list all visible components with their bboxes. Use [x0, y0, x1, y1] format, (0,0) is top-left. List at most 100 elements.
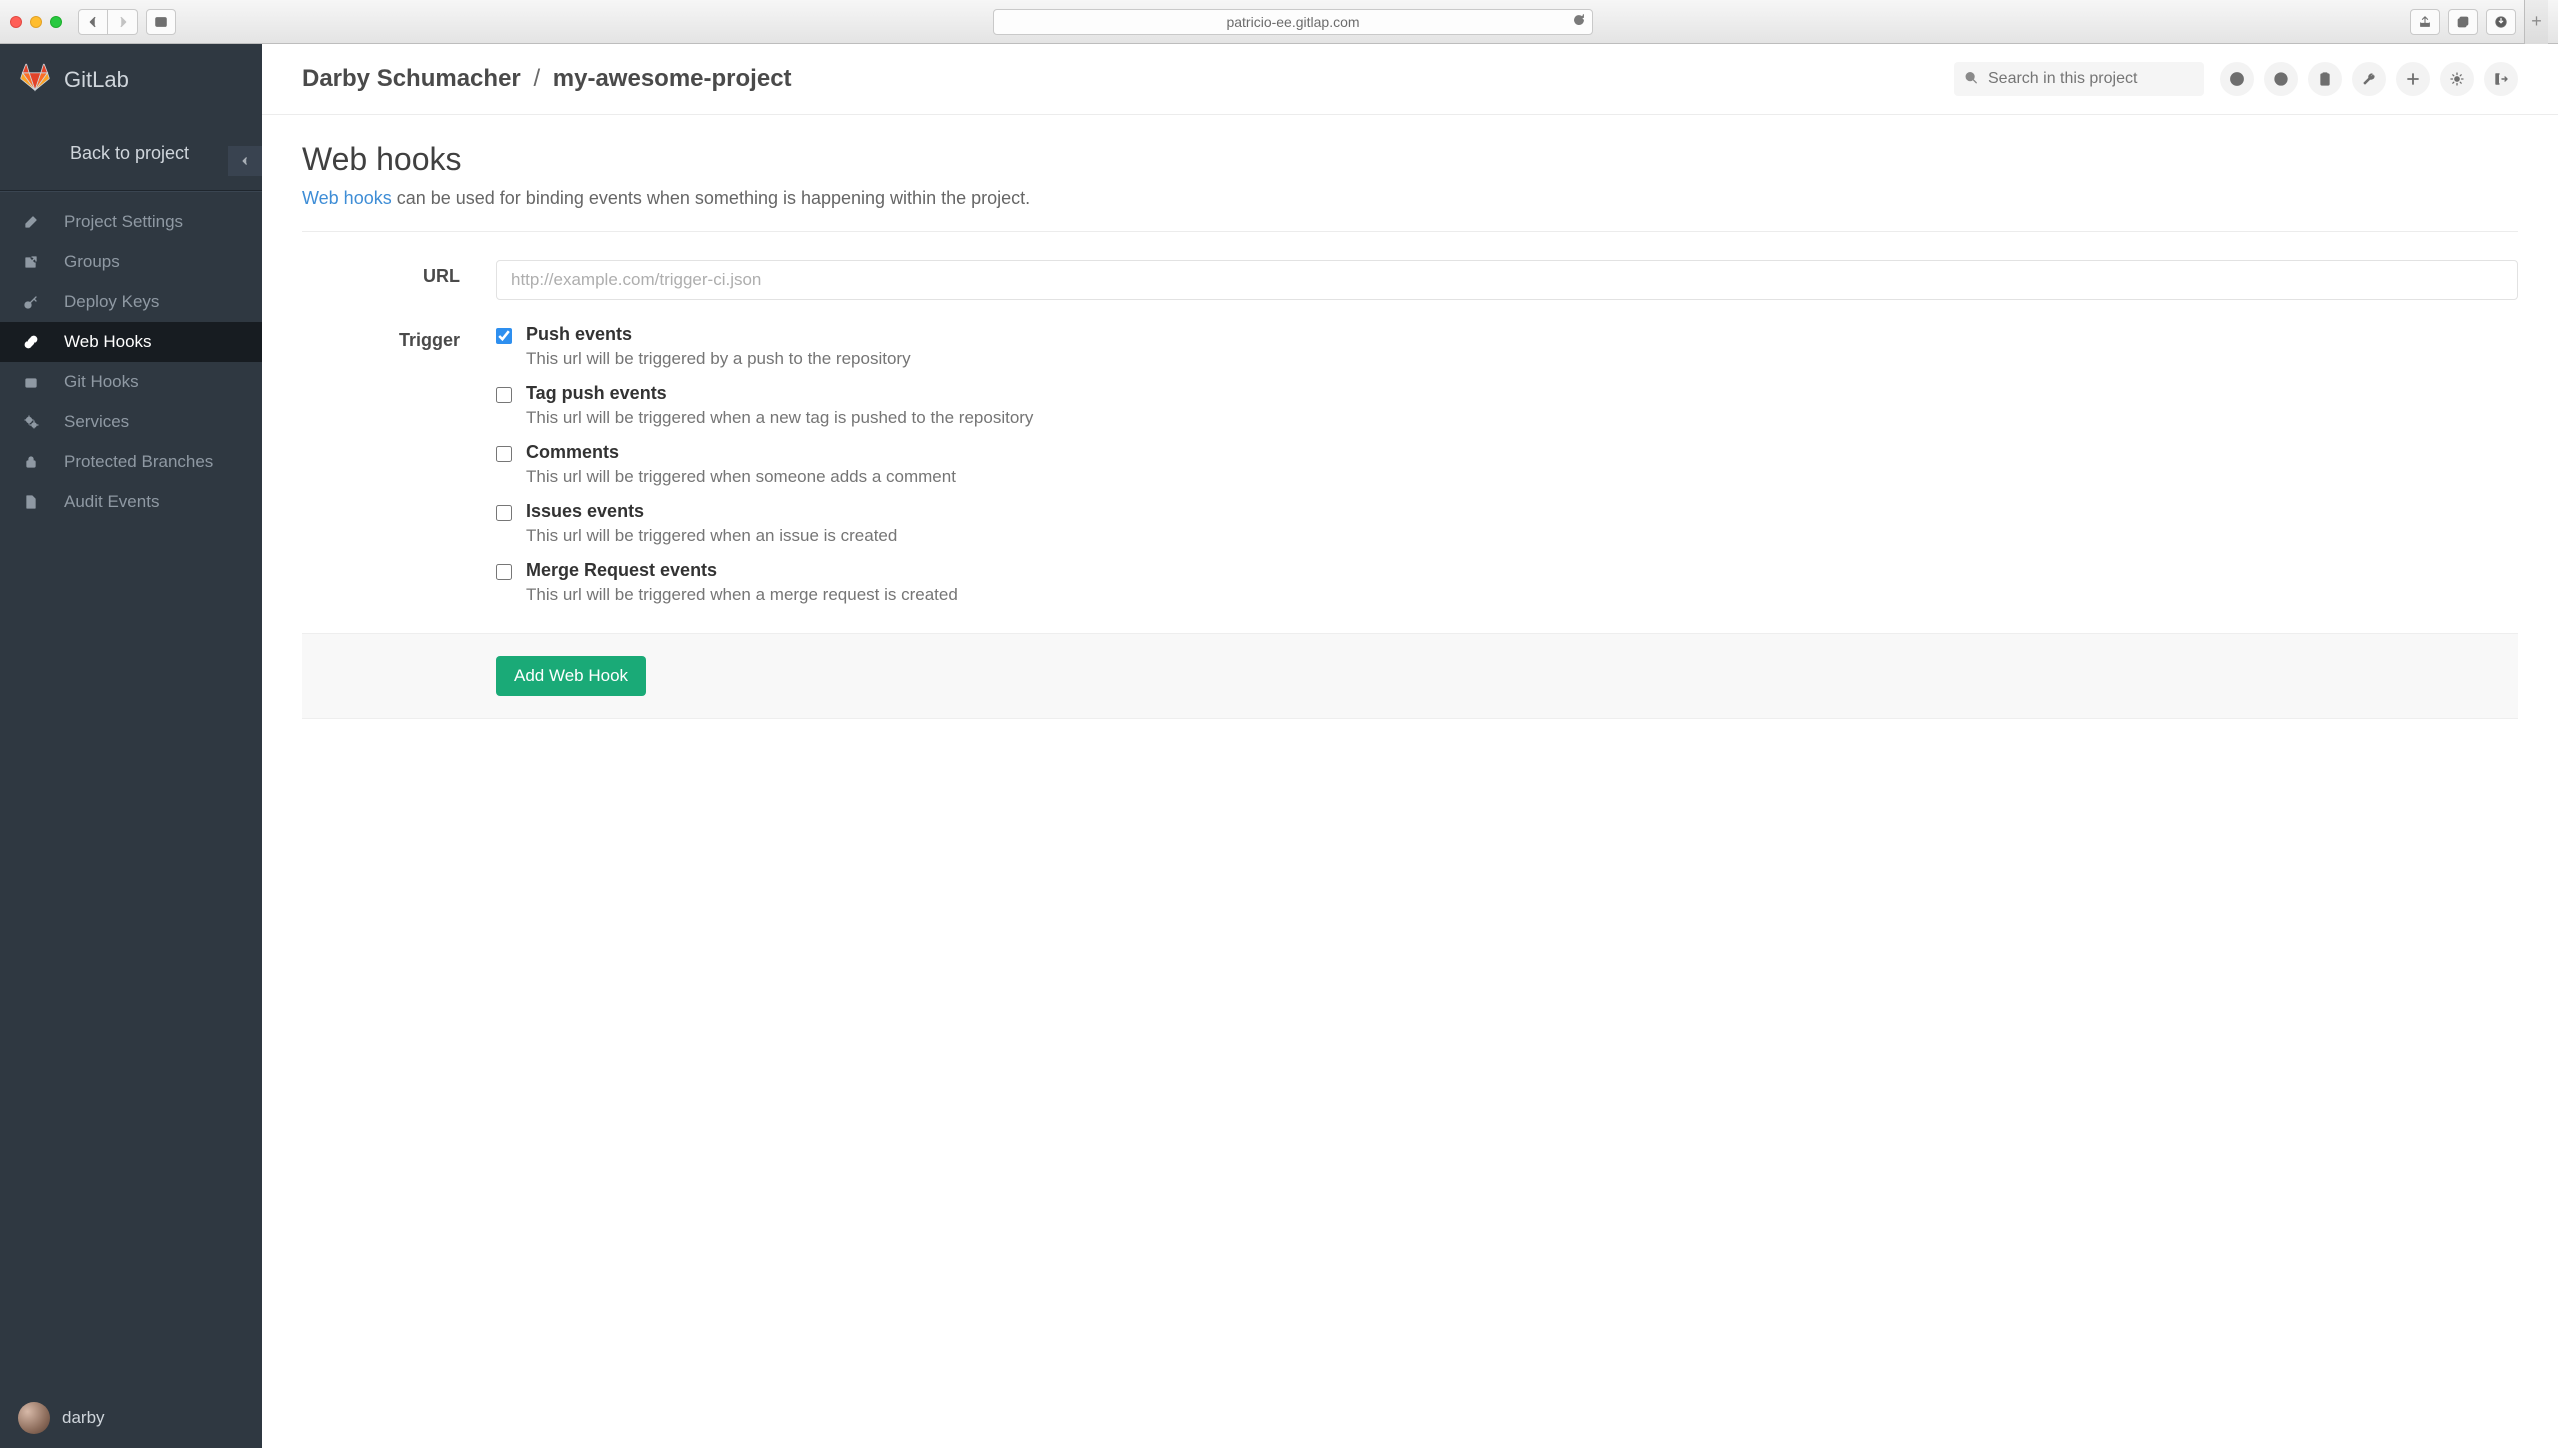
page-subtitle: Web hooks can be used for binding events…: [302, 188, 2518, 209]
sidebar-item-label: Project Settings: [64, 212, 183, 232]
trigger-title: Issues events: [526, 501, 897, 522]
trigger-comments[interactable]: CommentsThis url will be triggered when …: [496, 442, 2518, 487]
topbar-icon-buttons: [2220, 62, 2518, 96]
browser-chrome: patricio-ee.gitlap.com +: [0, 0, 2558, 44]
search-icon: [1964, 71, 1978, 88]
share-icon: [20, 254, 42, 270]
sidebar-item-label: Protected Branches: [64, 452, 213, 472]
downloads-button[interactable]: [2486, 9, 2516, 35]
brand[interactable]: GitLab: [0, 44, 262, 115]
trigger-list: Push events This url will be triggered by…: [496, 324, 2518, 605]
trigger-title: Tag push events: [526, 383, 1033, 404]
gitlab-logo-icon: [20, 62, 50, 97]
trigger-tag-push-events[interactable]: Tag push events This url will be triggere…: [496, 383, 2518, 428]
plus-icon[interactable]: [2396, 62, 2430, 96]
trigger-desc: This url will be triggered when a merge …: [526, 585, 958, 605]
subtitle-text: can be used for binding events when some…: [392, 188, 1030, 208]
breadcrumb-separator: /: [527, 65, 546, 92]
window-controls: [10, 16, 62, 28]
url-input[interactable]: [496, 260, 2518, 300]
trigger-checkbox[interactable]: [496, 505, 512, 521]
cogs-icon: [20, 414, 42, 430]
gear-icon[interactable]: [2440, 62, 2474, 96]
lock-icon: [20, 454, 42, 470]
sidebar-item-label: Groups: [64, 252, 120, 272]
trigger-push-events[interactable]: Push events This url will be triggered by…: [496, 324, 2518, 369]
page-title: Web hooks: [302, 141, 2518, 178]
wrench-icon[interactable]: [2352, 62, 2386, 96]
sidebar-item-label: Web Hooks: [64, 332, 152, 352]
sidebar-collapse-button[interactable]: [228, 146, 262, 176]
address-bar[interactable]: patricio-ee.gitlap.com: [993, 9, 1593, 35]
add-web-hook-button[interactable]: Add Web Hook: [496, 656, 646, 696]
trigger-checkbox[interactable]: [496, 446, 512, 462]
sidebar-item-label: Git Hooks: [64, 372, 139, 392]
window-maximize-button[interactable]: [50, 16, 62, 28]
back-to-project-link[interactable]: Back to project: [0, 115, 262, 190]
breadcrumb-owner[interactable]: Darby Schumacher: [302, 65, 521, 92]
sidebar-item-deploy-keys[interactable]: Deploy Keys: [0, 282, 262, 322]
trigger-desc: This url will be triggered by a push to …: [526, 349, 911, 369]
trigger-checkbox[interactable]: [496, 387, 512, 403]
share-button[interactable]: [2410, 9, 2440, 35]
page: Web hooks Web hooks can be used for bind…: [262, 115, 2558, 745]
help-icon[interactable]: [2220, 62, 2254, 96]
trigger-desc: This url will be triggered when a new ta…: [526, 408, 1033, 428]
file-icon: [20, 494, 42, 510]
address-url: patricio-ee.gitlap.com: [1226, 14, 1359, 30]
reload-icon[interactable]: [1572, 13, 1586, 30]
trigger-checkbox[interactable]: [496, 564, 512, 580]
submit-bar: Add Web Hook: [302, 633, 2518, 719]
breadcrumb: Darby Schumacher / my-awesome-project: [302, 65, 792, 93]
sidebar-item-label: Deploy Keys: [64, 292, 159, 312]
trigger-title: Push events: [526, 324, 911, 345]
new-tab-button[interactable]: +: [2524, 0, 2548, 44]
search-wrap: [1954, 62, 2204, 96]
breadcrumb-project[interactable]: my-awesome-project: [553, 65, 792, 92]
sidebar-item-git-hooks[interactable]: Git Hooks: [0, 362, 262, 402]
trigger-issues-events[interactable]: Issues events This url will be triggered …: [496, 501, 2518, 546]
clipboard-icon[interactable]: [2308, 62, 2342, 96]
hook-icon: [20, 374, 42, 390]
trigger-desc: This url will be triggered when an issue…: [526, 526, 897, 546]
window-minimize-button[interactable]: [30, 16, 42, 28]
link-icon: [20, 334, 42, 350]
key-icon: [20, 294, 42, 310]
sidebar-item-services[interactable]: Services: [0, 402, 262, 442]
sidebar-item-web-hooks[interactable]: Web Hooks: [0, 322, 262, 362]
topbar: Darby Schumacher / my-awesome-project: [262, 44, 2558, 115]
url-label: URL: [302, 260, 460, 300]
app-root: GitLab Back to project Project Settings G…: [0, 44, 2558, 1448]
trigger-title: Comments: [526, 442, 956, 463]
sidebar-item-protected-branches[interactable]: Protected Branches: [0, 442, 262, 482]
trigger-label: Trigger: [302, 324, 460, 605]
sidebar-username: darby: [62, 1408, 105, 1428]
sidebar-item-audit-events[interactable]: Audit Events: [0, 482, 262, 522]
page-divider: [302, 231, 2518, 232]
sidebar-item-project-settings[interactable]: Project Settings: [0, 202, 262, 242]
nav-buttons: [78, 9, 138, 35]
sidebar-item-label: Audit Events: [64, 492, 159, 512]
window-close-button[interactable]: [10, 16, 22, 28]
nav-back-button[interactable]: [78, 9, 108, 35]
nav-forward-button[interactable]: [108, 9, 138, 35]
trigger-checkbox[interactable]: [496, 328, 512, 344]
edit-icon: [20, 214, 42, 230]
subtitle-link[interactable]: Web hooks: [302, 188, 392, 208]
trigger-merge-request-events[interactable]: Merge Request events This url will be tri…: [496, 560, 2518, 605]
sidebar-toggle-button[interactable]: [146, 9, 176, 35]
search-input[interactable]: [1954, 62, 2204, 96]
brand-name: GitLab: [64, 67, 129, 93]
browser-action-buttons: [2410, 9, 2516, 35]
globe-icon[interactable]: [2264, 62, 2298, 96]
tabs-button[interactable]: [2448, 9, 2478, 35]
sidebar-user[interactable]: darby: [0, 1388, 262, 1448]
sidebar-item-groups[interactable]: Groups: [0, 242, 262, 282]
logout-icon[interactable]: [2484, 62, 2518, 96]
trigger-title: Merge Request events: [526, 560, 958, 581]
form-row-url: URL: [302, 260, 2518, 300]
sidebar-item-label: Services: [64, 412, 129, 432]
avatar: [18, 1402, 50, 1434]
sidebar: GitLab Back to project Project Settings G…: [0, 44, 262, 1448]
sidebar-nav: Project Settings Groups Deploy Keys Web Hoo…: [0, 192, 262, 522]
